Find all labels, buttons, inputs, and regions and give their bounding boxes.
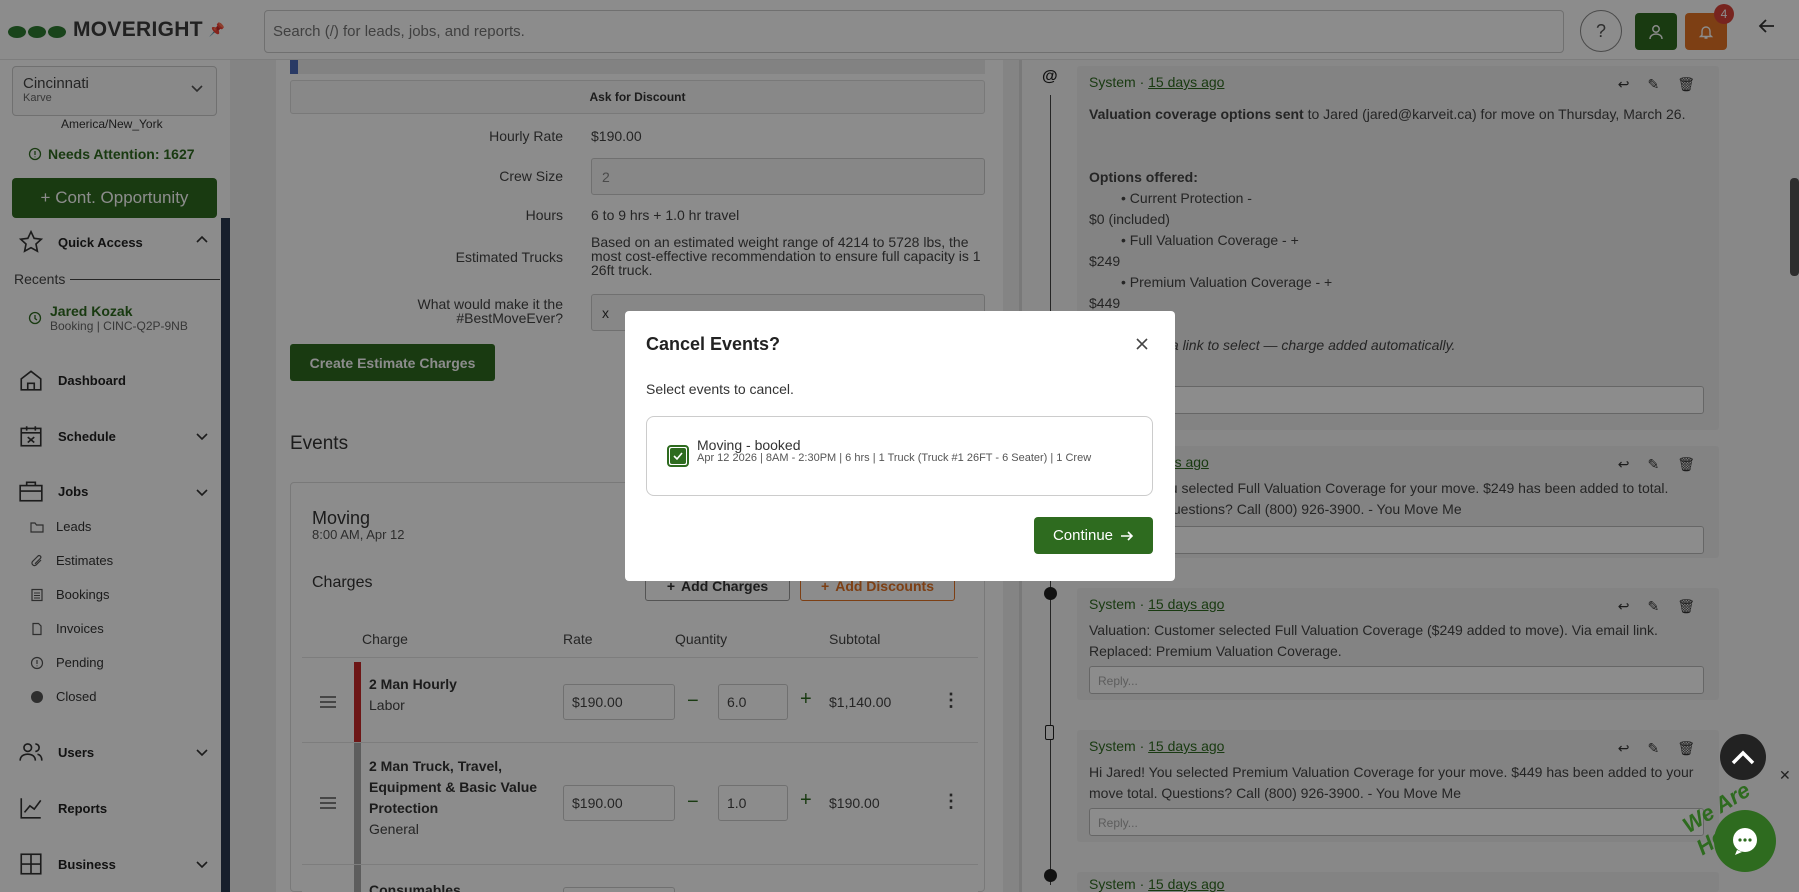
chat-bubble-icon bbox=[1733, 828, 1757, 855]
continue-button[interactable]: Continue bbox=[1034, 517, 1153, 554]
cancel-events-dialog: Cancel Events? Select events to cancel. … bbox=[625, 311, 1175, 581]
checkmark-icon bbox=[673, 452, 683, 461]
dialog-subtitle: Select events to cancel. bbox=[646, 381, 794, 397]
dialog-title: Cancel Events? bbox=[646, 334, 781, 354]
event-checkbox[interactable] bbox=[667, 445, 689, 467]
continue-label: Continue bbox=[1052, 527, 1114, 544]
chevron-up-icon bbox=[1731, 750, 1755, 765]
chat-button[interactable] bbox=[1714, 810, 1776, 872]
event-option-details: Apr 12 2026 | 8AM - 2:30PM | 6 hrs | 1 T… bbox=[697, 452, 1092, 464]
arrow-right-icon bbox=[1121, 530, 1134, 541]
event-option-name: Moving - booked bbox=[697, 437, 801, 453]
event-option[interactable]: Moving - booked Apr 12 2026 | 8AM - 2:30… bbox=[646, 416, 1153, 496]
close-icon[interactable] bbox=[1135, 337, 1149, 351]
